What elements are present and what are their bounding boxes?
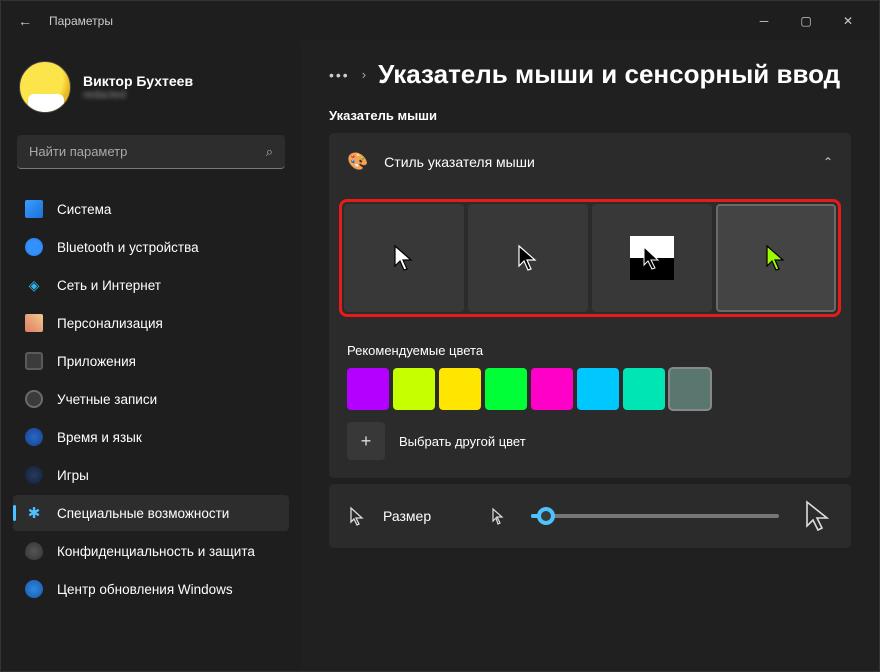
wifi-icon: ◈	[25, 276, 43, 294]
sidebar-item-personalization[interactable]: Персонализация	[13, 305, 289, 341]
close-button[interactable]: ✕	[841, 14, 855, 28]
cursor-black-icon	[517, 244, 539, 272]
profile-block[interactable]: Виктор Бухтеев redacted	[7, 53, 295, 121]
recommended-label: Рекомендуемые цвета	[347, 343, 833, 358]
shield-icon	[25, 542, 43, 560]
person-icon	[25, 390, 43, 408]
sidebar-item-network[interactable]: ◈Сеть и Интернет	[13, 267, 289, 303]
bluetooth-icon	[25, 238, 43, 256]
profile-email: redacted	[83, 89, 193, 101]
cursor-white-icon	[393, 244, 415, 272]
cursor-small-icon	[349, 506, 365, 526]
pointer-style-black[interactable]	[468, 204, 588, 312]
size-card: Размер	[329, 484, 851, 548]
maximize-button[interactable]: ▢	[799, 14, 813, 28]
slider-thumb[interactable]	[537, 507, 555, 525]
cursor-max-icon	[805, 500, 831, 532]
profile-name: Виктор Бухтеев	[83, 73, 193, 89]
cursor-inverted-icon	[642, 245, 662, 271]
chevron-up-icon: ⌃	[823, 155, 833, 169]
swatch-pink[interactable]	[531, 368, 573, 410]
breadcrumb-parent[interactable]: •••	[329, 67, 350, 83]
palette-icon: 🎨	[347, 152, 368, 172]
nav-list: Система Bluetooth и устройства ◈Сеть и И…	[7, 191, 295, 607]
sidebar-item-accounts[interactable]: Учетные записи	[13, 381, 289, 417]
pointer-style-white[interactable]	[344, 204, 464, 312]
pointer-style-options	[339, 199, 841, 317]
apps-icon	[25, 352, 43, 370]
pointer-style-custom[interactable]	[716, 204, 836, 312]
swatch-blue[interactable]	[577, 368, 619, 410]
pointer-style-inverted[interactable]	[592, 204, 712, 312]
size-slider[interactable]	[531, 514, 779, 518]
sidebar-item-bluetooth[interactable]: Bluetooth и устройства	[13, 229, 289, 265]
breadcrumb: ••• › Указатель мыши и сенсорный ввод	[329, 59, 851, 90]
accessibility-icon: ✱	[25, 504, 43, 522]
pick-color-label: Выбрать другой цвет	[399, 434, 526, 449]
recommended-colors-section: Рекомендуемые цвета + Выбрать другой цв	[329, 327, 851, 478]
pick-color-button[interactable]: +	[347, 422, 385, 460]
size-label: Размер	[383, 508, 473, 524]
pointer-style-header[interactable]: 🎨 Стиль указателя мыши ⌃	[329, 133, 851, 191]
minimize-button[interactable]: ─	[757, 14, 771, 28]
avatar	[19, 61, 71, 113]
swatch-teal[interactable]	[623, 368, 665, 410]
sidebar-item-apps[interactable]: Приложения	[13, 343, 289, 379]
cursor-custom-icon	[765, 244, 787, 272]
sidebar-item-gaming[interactable]: Игры	[13, 457, 289, 493]
titlebar: ← Параметры ─ ▢ ✕	[1, 1, 879, 41]
page-title: Указатель мыши и сенсорный ввод	[378, 59, 840, 90]
cursor-min-icon	[491, 507, 505, 525]
update-icon	[25, 580, 43, 598]
inverted-box	[630, 236, 674, 280]
sidebar: Виктор Бухтеев redacted Найти параметр ⌕…	[1, 41, 301, 671]
sidebar-item-privacy[interactable]: Конфиденциальность и защита	[13, 533, 289, 569]
swatch-purple[interactable]	[347, 368, 389, 410]
swatch-yellow[interactable]	[439, 368, 481, 410]
plus-icon: +	[361, 431, 372, 452]
color-swatches	[347, 368, 833, 410]
window-title: Параметры	[49, 14, 113, 28]
main-content: ••• › Указатель мыши и сенсорный ввод Ук…	[301, 41, 879, 671]
chevron-right-icon: ›	[362, 67, 366, 82]
pointer-style-label: Стиль указателя мыши	[384, 154, 535, 170]
back-button[interactable]: ←	[9, 13, 41, 29]
search-input[interactable]: Найти параметр ⌕	[17, 135, 285, 169]
search-icon: ⌕	[266, 144, 273, 160]
system-icon	[25, 200, 43, 218]
gamepad-icon	[25, 466, 43, 484]
section-label: Указатель мыши	[329, 108, 851, 123]
paintbrush-icon	[25, 314, 43, 332]
sidebar-item-accessibility[interactable]: ✱Специальные возможности	[13, 495, 289, 531]
search-placeholder: Найти параметр	[29, 144, 127, 159]
sidebar-item-time[interactable]: Время и язык	[13, 419, 289, 455]
clock-icon	[25, 428, 43, 446]
pointer-style-card: 🎨 Стиль указателя мыши ⌃	[329, 133, 851, 478]
sidebar-item-system[interactable]: Система	[13, 191, 289, 227]
sidebar-item-update[interactable]: Центр обновления Windows	[13, 571, 289, 607]
swatch-gray[interactable]	[669, 368, 711, 410]
swatch-green[interactable]	[485, 368, 527, 410]
swatch-lime[interactable]	[393, 368, 435, 410]
